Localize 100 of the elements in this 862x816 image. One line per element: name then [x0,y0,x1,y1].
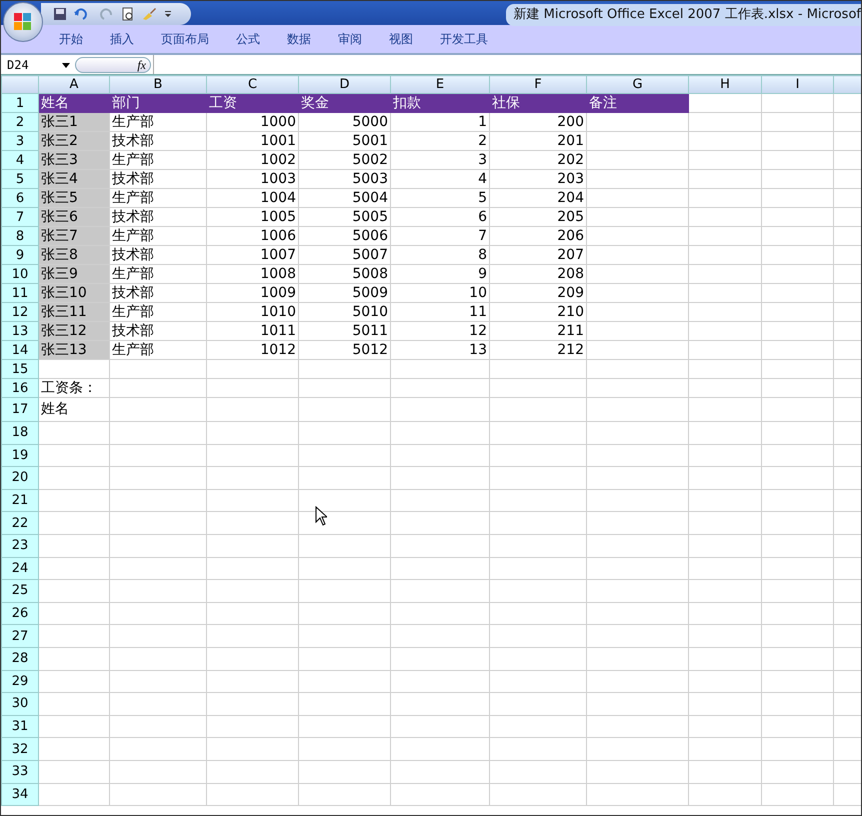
name-box[interactable]: D24 [1,56,61,74]
row-header[interactable]: 26 [2,602,38,625]
table-cell: 1000 [206,112,298,132]
column-header[interactable]: I [762,76,834,94]
row-header[interactable]: 31 [2,715,38,738]
table-cell: 张三3 [38,150,110,170]
ribbon-tab[interactable]: 开始 [59,30,96,48]
table-cell: 张三11 [38,302,110,322]
row-header[interactable]: 16 [2,378,38,398]
save-icon[interactable] [53,7,67,21]
table-cell: 5008 [298,264,390,284]
ribbon-tab[interactable]: 开发工具 [440,30,501,48]
column-header[interactable]: B [110,76,206,94]
column-header[interactable]: F [490,76,586,94]
print-preview-icon[interactable] [121,7,135,21]
column-header[interactable]: E [390,76,490,94]
ribbon-tab[interactable]: 插入 [110,30,147,48]
row-header[interactable]: 14 [2,340,38,360]
table-cell: 5012 [298,340,390,360]
column-header[interactable]: C [206,76,298,94]
row-header[interactable]: 7 [2,208,38,226]
insert-function-button[interactable]: fx [75,56,151,72]
column-header[interactable]: H [688,76,762,94]
ribbon-tab[interactable]: 视图 [389,30,426,48]
row-header[interactable]: 5 [2,170,38,188]
row-header[interactable]: 15 [2,360,38,378]
brush-icon[interactable] [141,7,157,21]
table-cell: 1007 [206,246,298,264]
row-header[interactable]: 25 [2,580,38,602]
table-cell: 张三9 [38,264,110,284]
row-header[interactable]: 4 [2,150,38,170]
row-header[interactable]: 32 [2,738,38,760]
row-header[interactable]: 34 [2,783,38,806]
table-cell: 7 [390,226,490,246]
table-cell: 204 [490,188,586,208]
dropdown-caret-icon[interactable] [61,60,71,68]
table-cell: 2 [390,132,490,150]
row-header[interactable]: 28 [2,647,38,670]
row-header[interactable]: 10 [2,264,38,284]
ribbon-tab[interactable]: 公式 [236,30,273,48]
row-header[interactable]: 18 [2,422,38,444]
table-cell: 张三5 [38,188,110,208]
row-header[interactable]: 33 [2,760,38,783]
column-header[interactable]: D [298,76,390,94]
table-cell: 203 [490,170,586,188]
table-cell: 5005 [298,208,390,226]
row-header[interactable]: 20 [2,466,38,490]
table-cell: 张三2 [38,132,110,150]
row-header[interactable]: 22 [2,512,38,534]
ribbon-tab[interactable]: 数据 [287,30,324,48]
column-header[interactable]: A [38,76,110,94]
table-cell: 张三1 [38,112,110,132]
table-cell: 技术部 [110,246,206,264]
table-cell: 1010 [206,302,298,322]
table-cell: 5003 [298,170,390,188]
table-cell: 209 [490,284,586,302]
table-cell: 生产部 [110,340,206,360]
table-cell: 210 [490,302,586,322]
row-header[interactable]: 1 [2,94,38,112]
table-cell: 11 [390,302,490,322]
table-cell: 208 [490,264,586,284]
row-header[interactable]: 24 [2,557,38,580]
table-cell: 5006 [298,226,390,246]
ribbon-tab[interactable]: 审阅 [338,30,375,48]
table-cell: 技术部 [110,322,206,340]
ribbon-tab[interactable]: 页面布局 [161,30,222,48]
table-cell: 姓名 [38,398,110,422]
row-header[interactable]: 30 [2,692,38,716]
window-title: 新建 Microsoft Office Excel 2007 工作表.xlsx - Microsof [506,4,861,26]
table-cell: 5007 [298,246,390,264]
header-cell: 工资 [206,94,298,112]
row-header[interactable]: 11 [2,284,38,302]
header-cell: 扣款 [390,94,490,112]
table-cell: 5000 [298,112,390,132]
row-header[interactable]: 19 [2,444,38,467]
table-cell: 5011 [298,322,390,340]
header-cell: 部门 [110,94,206,112]
row-header[interactable]: 21 [2,489,38,512]
table-cell: 1005 [206,208,298,226]
row-header[interactable]: 9 [2,246,38,264]
row-header[interactable]: 2 [2,112,38,132]
table-cell: 6 [390,208,490,226]
row-header[interactable]: 6 [2,188,38,208]
row-header[interactable]: 8 [2,226,38,246]
row-header[interactable]: 13 [2,322,38,340]
row-header[interactable]: 29 [2,670,38,693]
mouse-pointer-icon [315,506,327,526]
table-cell: 张三4 [38,170,110,188]
table-cell: 200 [490,112,586,132]
row-header[interactable]: 12 [2,302,38,322]
column-header[interactable]: G [586,76,688,94]
table-cell: 5004 [298,188,390,208]
row-header[interactable]: 3 [2,132,38,150]
row-header[interactable]: 23 [2,534,38,558]
row-header[interactable]: 17 [2,398,38,422]
table-cell: 1003 [206,170,298,188]
table-cell: 5002 [298,150,390,170]
header-cell: 奖金 [298,94,390,112]
row-header[interactable]: 27 [2,624,38,648]
table-cell: 5010 [298,302,390,322]
